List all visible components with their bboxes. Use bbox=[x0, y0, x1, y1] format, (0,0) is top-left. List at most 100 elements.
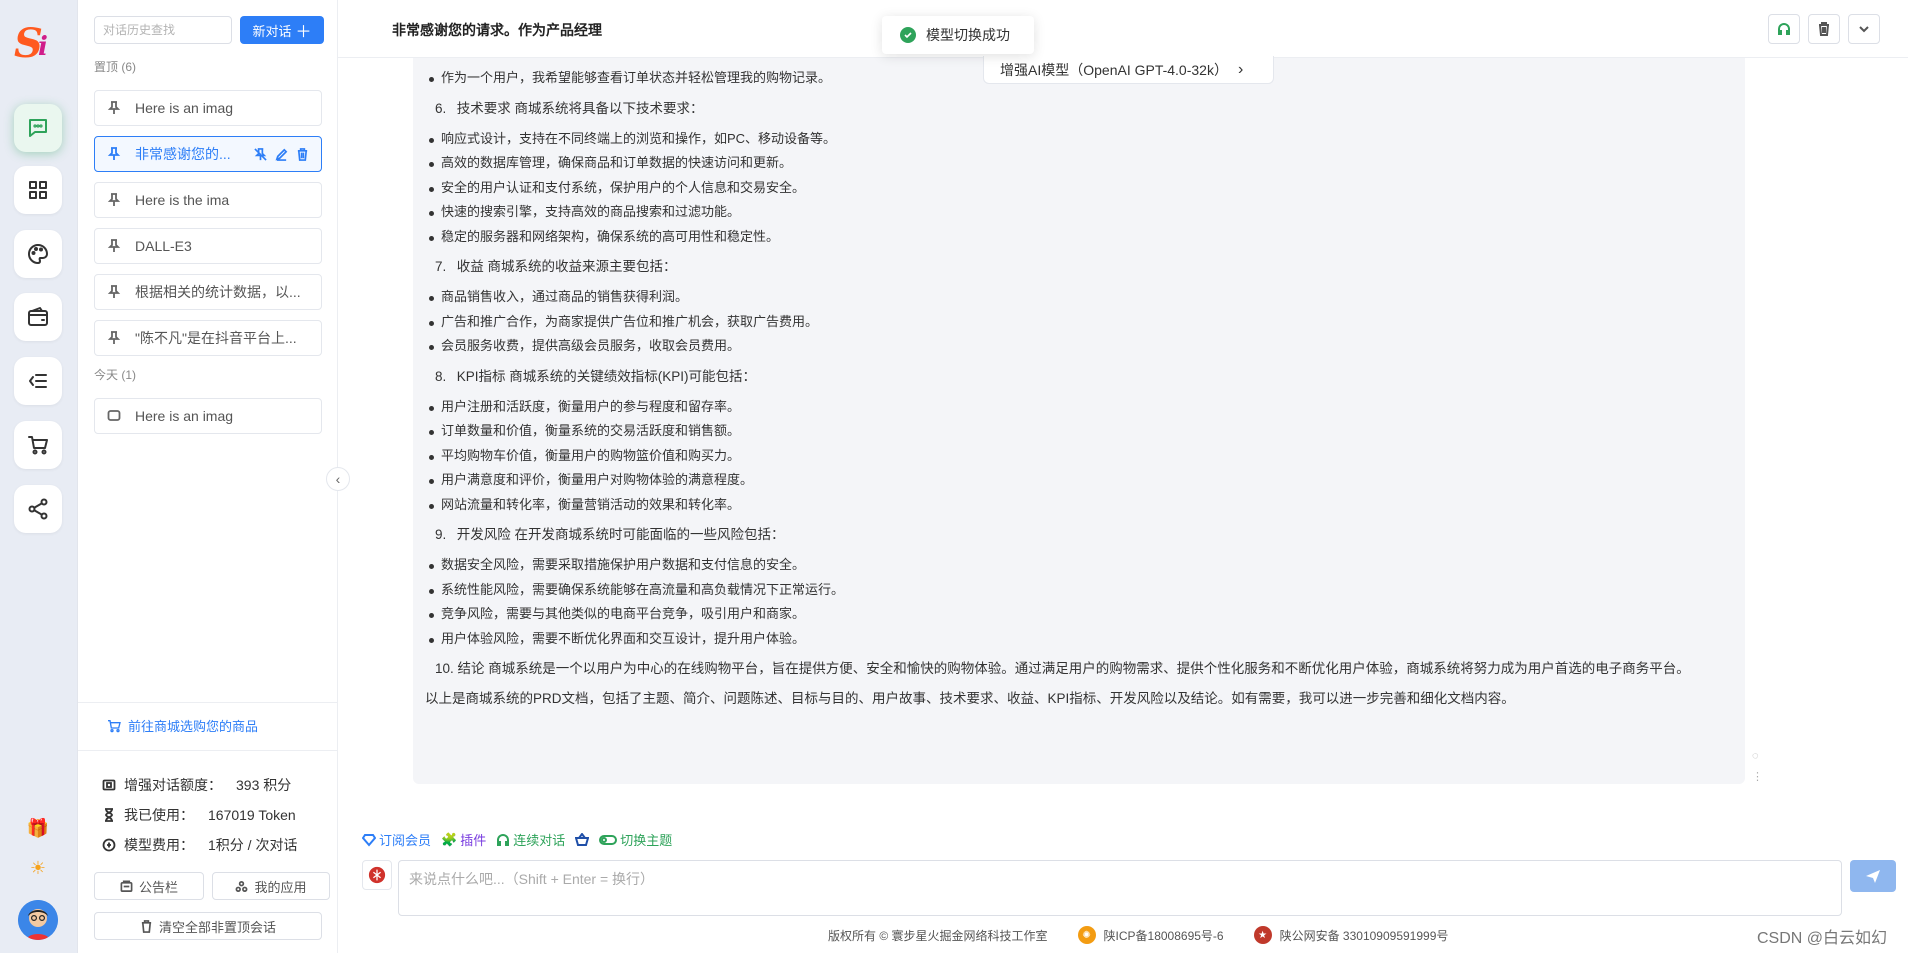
conversation-item[interactable]: Here is the ima bbox=[94, 182, 322, 218]
cost-label: 模型费用： bbox=[124, 837, 194, 853]
conversation-item[interactable]: DALL-E3 bbox=[94, 228, 322, 264]
cost-stat: 模型费用： 1积分 / 次对话 bbox=[102, 835, 297, 855]
conversation-title: 根据相关的统计数据，以... bbox=[135, 284, 301, 300]
section-heading: 6. 技术要求 商城系统将具备以下技术要求： bbox=[425, 97, 1733, 121]
police-link[interactable]: 陕公网安备 33010909591999号 bbox=[1280, 927, 1449, 944]
share-icon bbox=[28, 498, 48, 520]
basket-icon bbox=[575, 832, 590, 846]
conversation-item[interactable]: "陈不凡"是在抖音平台上... bbox=[94, 320, 322, 356]
my-apps-label: 我的应用 bbox=[254, 879, 307, 895]
notice-icon bbox=[120, 880, 133, 892]
section-number: 8. bbox=[435, 368, 447, 384]
list-item: 竞争风险，需要与其他类似的电商平台竞争，吸引用户和商家。 bbox=[425, 602, 1733, 627]
list-item: 广告和推广合作，为商家提供广告位和推广机会，获取广告费用。 bbox=[425, 310, 1733, 335]
send-icon bbox=[1866, 870, 1880, 883]
palette-nav-button[interactable] bbox=[14, 230, 62, 278]
apps-icon bbox=[236, 880, 248, 892]
conversation-title: Here is the ima bbox=[135, 192, 230, 208]
clear-conversations-button[interactable]: 清空全部非置顶会话 bbox=[94, 912, 322, 940]
assistant-message: 作为一个用户，我希望能够查看订单状态并轻松管理我的购物记录。 6. 技术要求 商… bbox=[413, 58, 1745, 784]
section-heading: 10. 结论 商城系统是一个以用户为中心的在线购物平台，旨在提供方便、安全和愉快… bbox=[425, 657, 1733, 681]
member-button[interactable]: 订阅会员 bbox=[362, 830, 431, 849]
section-number: 6. bbox=[435, 100, 447, 116]
delete-chat-button[interactable] bbox=[1808, 14, 1840, 44]
icp-link[interactable]: 陕ICP备18008695号-6 bbox=[1104, 927, 1224, 944]
basket-button[interactable] bbox=[575, 832, 590, 847]
cart-nav-button[interactable] bbox=[14, 421, 62, 469]
police-badge-icon: ★ bbox=[1253, 926, 1272, 944]
divider bbox=[78, 750, 338, 751]
share-nav-button[interactable] bbox=[14, 485, 62, 533]
send-button[interactable] bbox=[1850, 860, 1896, 892]
icp-badge-icon: ✺ bbox=[1077, 926, 1096, 944]
delete-icon[interactable] bbox=[296, 147, 309, 161]
collapse-sidebar-button[interactable]: ‹ bbox=[326, 467, 350, 491]
usage-label: 我已使用： bbox=[124, 807, 194, 823]
plugin-button[interactable]: 🧩 插件 bbox=[441, 830, 486, 849]
model-switcher[interactable]: 增强AI模型（OpenAI GPT-4.0-32k） › bbox=[983, 56, 1274, 84]
success-toast: 模型切换成功 bbox=[882, 16, 1034, 54]
conversation-title: Here is an imag bbox=[135, 408, 234, 424]
unpin-icon[interactable] bbox=[254, 147, 267, 161]
edit-icon[interactable] bbox=[275, 148, 288, 161]
list-item: 稳定的服务器和网络架构，确保系统的高可用性和稳定性。 bbox=[425, 225, 1733, 250]
continuous-chat-button[interactable]: 连续对话 bbox=[496, 830, 565, 849]
diamond-icon bbox=[362, 833, 376, 847]
quota-value: 393 积分 bbox=[236, 777, 292, 793]
icon-rail: Si 🎁 ☀ bbox=[0, 0, 78, 953]
list-nav-button[interactable] bbox=[14, 357, 62, 405]
section-heading: 8. KPI指标 商城系统的关键绩效指标(KPI)可能包括： bbox=[425, 365, 1733, 389]
list-item: 系统性能风险，需要确保系统能够在高流量和高负载情况下正常运行。 bbox=[425, 578, 1733, 603]
page-title: 非常感谢您的请求。作为产品经理 bbox=[392, 22, 602, 38]
divider bbox=[78, 702, 338, 703]
list-item: 安全的用户认证和支付系统，保护用户的个人信息和交易安全。 bbox=[425, 176, 1733, 201]
section-number: 9. bbox=[435, 527, 447, 542]
history-search-input[interactable] bbox=[94, 16, 232, 44]
theme-button[interactable]: 切换主题 bbox=[599, 830, 672, 849]
model-avatar-button[interactable] bbox=[362, 860, 392, 890]
input-toolbar: 订阅会员 🧩 插件 连续对话 切换主题 bbox=[362, 830, 672, 849]
refresh-icon[interactable]: ◌ bbox=[1752, 750, 1759, 762]
headset-icon bbox=[497, 833, 510, 846]
list-item: 响应式设计，支持在不同终端上的浏览和操作，如PC、移动设备等。 bbox=[425, 127, 1733, 152]
notice-button[interactable]: 公告栏 bbox=[94, 872, 204, 900]
wallet-nav-button[interactable] bbox=[14, 293, 62, 341]
conversation-item[interactable]: Here is an imag bbox=[94, 90, 322, 126]
section-text: 收益 商城系统的收益来源主要包括： bbox=[456, 259, 677, 274]
gift-icon[interactable]: 🎁 bbox=[26, 816, 50, 840]
pin-icon bbox=[107, 101, 121, 115]
plugin-label: 插件 bbox=[460, 833, 487, 848]
list-item: 平均购物车价值，衡量用户的购物篮价值和购买力。 bbox=[425, 444, 1733, 469]
pinned-group-label: 置顶 (6) bbox=[94, 60, 137, 74]
my-apps-button[interactable]: 我的应用 bbox=[212, 872, 330, 900]
shop-link[interactable]: 前往商城选购您的商品 bbox=[106, 716, 258, 735]
conversation-item[interactable]: Here is an imag bbox=[94, 398, 322, 434]
conversation-item-active[interactable]: 非常感谢您的... bbox=[94, 136, 322, 172]
more-options-button[interactable] bbox=[1848, 14, 1880, 44]
toast-text: 模型切换成功 bbox=[926, 27, 1010, 43]
section-number: 7. bbox=[435, 259, 447, 274]
model-label: 增强AI模型（OpenAI GPT-4.0-32k） bbox=[1000, 61, 1228, 78]
delete-icon bbox=[141, 919, 152, 933]
chevron-right-icon: › bbox=[1237, 60, 1244, 78]
toggle-icon bbox=[599, 834, 618, 845]
avatar-icon bbox=[18, 900, 58, 940]
check-circle-icon bbox=[900, 27, 916, 43]
message-input[interactable]: 来说点什么吧...（Shift + Enter = 换行） bbox=[398, 860, 1842, 916]
section-text: 开发风险 在开发商城系统时可能面临的一些风险包括： bbox=[456, 527, 785, 542]
more-vertical-icon[interactable]: ⋮ bbox=[1752, 770, 1763, 783]
usage-stat: 我已使用： 167019 Token bbox=[102, 805, 296, 825]
sun-icon[interactable]: ☀ bbox=[26, 856, 50, 880]
list-item: 会员服务收费，提供高级会员服务，收取会员费用。 bbox=[425, 334, 1733, 359]
apps-nav-button[interactable] bbox=[14, 166, 62, 214]
avatar[interactable] bbox=[18, 900, 58, 940]
cost-value: 1积分 / 次对话 bbox=[208, 837, 298, 853]
chat-nav-button[interactable] bbox=[14, 104, 62, 152]
new-chat-button[interactable]: 新对话 ＋ bbox=[240, 16, 324, 44]
pin-icon bbox=[107, 239, 121, 253]
conversation-item[interactable]: 根据相关的统计数据，以... bbox=[94, 274, 322, 310]
list-item: 网站流量和转化率，衡量营销活动的效果和转化率。 bbox=[425, 493, 1733, 518]
continuous-chat-toggle[interactable] bbox=[1768, 14, 1800, 44]
shop-link-label: 前往商城选购您的商品 bbox=[128, 719, 259, 734]
chevron-down-icon bbox=[1859, 26, 1869, 33]
